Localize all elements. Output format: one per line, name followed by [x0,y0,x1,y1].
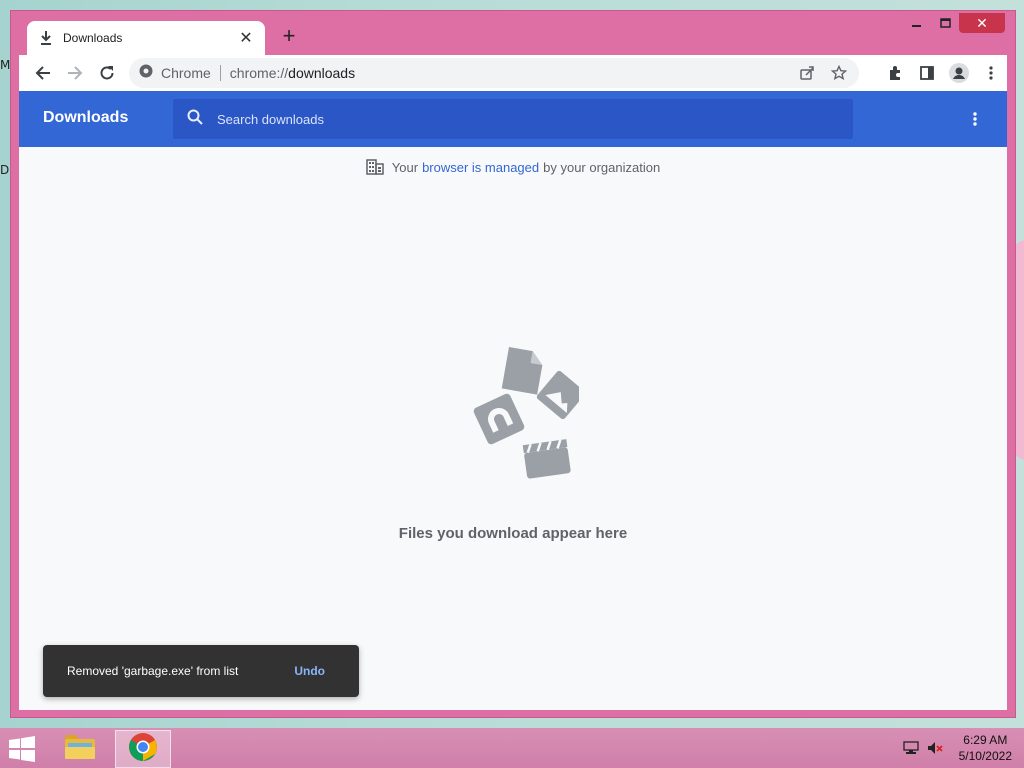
window-controls: ✕ [903,13,1005,33]
desktop-icon-label: D [0,163,10,177]
chrome-site-icon[interactable] [139,64,153,83]
image-icon [536,370,586,420]
profile-avatar[interactable] [943,57,975,89]
share-icon[interactable] [791,57,823,89]
omnibox-site-label: Chrome [161,65,211,81]
back-icon[interactable] [27,57,59,89]
volume-muted-icon[interactable] [927,741,943,755]
removed-toast: Removed 'garbage.exe' from list Undo [43,645,359,697]
clock-date: 5/10/2022 [958,749,1012,763]
managed-notice-prefix: Your [391,159,419,175]
page-title: Downloads [43,109,129,126]
download-icon [39,31,53,45]
audio-file-icon [473,393,525,445]
undo-button[interactable]: Undo [294,664,325,678]
minimize-icon[interactable] [903,13,931,33]
video-icon [522,439,571,479]
search-input[interactable] [217,111,817,127]
chrome-icon [128,732,158,767]
folder-icon [64,733,96,766]
taskbar-chrome[interactable] [115,730,171,768]
system-tray: 6:29 AM 5/10/2022 [902,732,1012,764]
empty-state-illustration [449,335,586,485]
forward-icon[interactable] [59,57,91,89]
omnibox-divider [219,65,221,81]
downloads-page: Downloads Your browser is managed by you… [19,91,1007,710]
windows-start-icon[interactable] [8,736,38,762]
more-menu-icon[interactable] [975,57,1007,89]
managed-notice-suffix: by your organization [543,159,661,175]
taskbar: 6:29 AM 5/10/2022 [0,728,1024,768]
reload-icon[interactable] [91,57,123,89]
clock-time: 6:29 AM [963,733,1008,747]
maximize-icon[interactable] [931,13,959,33]
close-icon[interactable]: ✕ [959,13,1005,33]
search-bar[interactable] [173,99,853,139]
omnibox[interactable]: Chrome chrome://downloads [129,58,859,88]
omnibox-url[interactable]: chrome://downloads [230,65,355,81]
managed-notice: Your browser is managed by your organiza… [19,159,1007,175]
tab-downloads[interactable]: Downloads ✕ [27,21,265,55]
tab-close-icon[interactable]: ✕ [237,28,255,48]
browser-toolbar: Chrome chrome://downloads [19,55,1007,91]
extensions-icon[interactable] [879,57,911,89]
taskbar-file-explorer[interactable] [52,730,108,768]
document-icon [501,347,543,395]
bookmark-star-icon[interactable] [823,57,855,89]
chrome-window: Downloads ✕ + ✕ Chrome chrome://download… [10,10,1016,718]
new-tab-button[interactable]: + [277,25,301,49]
toast-message: Removed 'garbage.exe' from list [67,664,239,678]
building-icon [366,159,384,175]
downloads-menu-icon[interactable] [963,107,987,131]
clock[interactable]: 6:29 AM 5/10/2022 [959,732,1012,764]
network-icon[interactable] [902,741,919,755]
managed-notice-link[interactable]: browser is managed [422,160,539,175]
desktop-icon-label: M [0,58,11,72]
downloads-header: Downloads [19,91,1007,147]
empty-state-message: Files you download appear here [398,525,628,542]
side-panel-icon[interactable] [911,57,943,89]
search-icon[interactable] [187,109,203,130]
tab-title: Downloads [63,31,123,45]
tab-strip: Downloads ✕ + ✕ [11,11,1015,55]
